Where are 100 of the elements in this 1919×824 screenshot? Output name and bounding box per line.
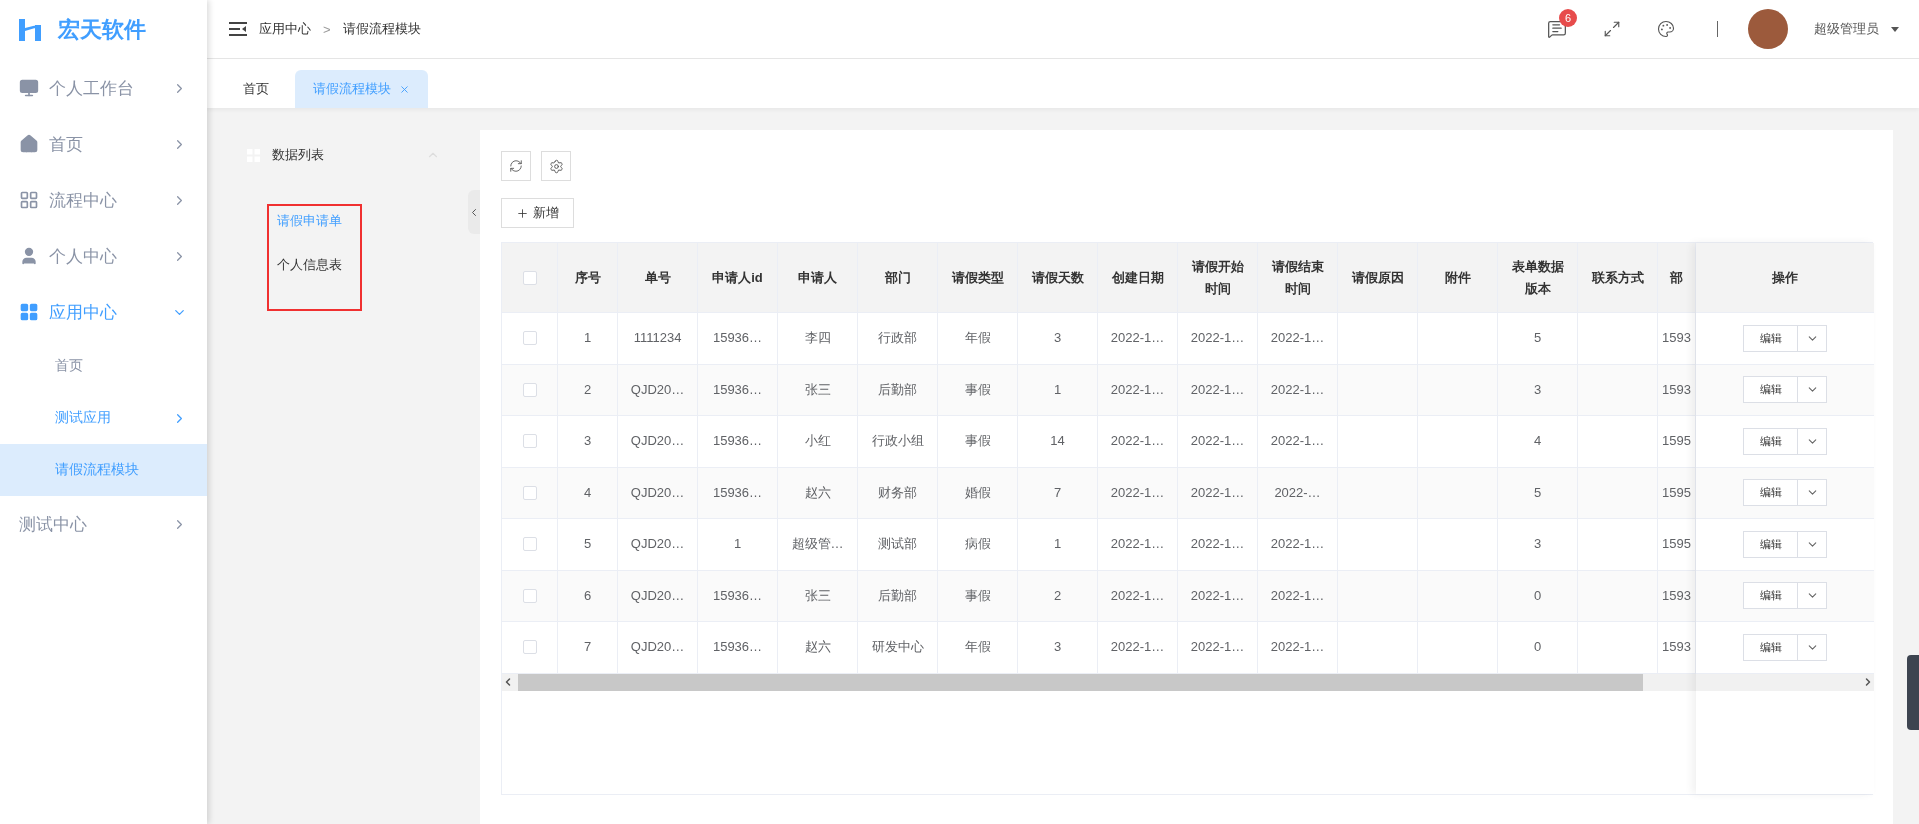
- checkbox[interactable]: [522, 331, 537, 346]
- table-cell: 2022-1…: [1258, 622, 1338, 673]
- table-cell: 0: [1498, 622, 1578, 673]
- table-cell: 2022-…: [1258, 467, 1338, 518]
- table-cell: 年假: [938, 313, 1018, 364]
- table-cell: 5: [558, 519, 618, 570]
- side-widget[interactable]: [1907, 655, 1919, 730]
- checkbox[interactable]: [522, 434, 537, 449]
- table-cell: 2022-1…: [1098, 364, 1178, 415]
- user-name[interactable]: 超级管理员: [1814, 20, 1879, 38]
- table-cell: QJD20…: [618, 622, 698, 673]
- table-cell: 5: [1498, 313, 1578, 364]
- notification-badge: 6: [1559, 9, 1577, 27]
- table-cell: 7: [558, 622, 618, 673]
- table-cell: 事假: [938, 364, 1018, 415]
- table-cell: 2022-1…: [1178, 467, 1258, 518]
- apps-icon: [19, 302, 39, 322]
- column-header: 联系方式: [1578, 243, 1658, 312]
- table-cell: 2022-1…: [1178, 364, 1258, 415]
- menu-toggle-icon[interactable]: [229, 22, 247, 36]
- column-header: 附件: [1418, 243, 1498, 312]
- table-cell: 1: [1018, 364, 1098, 415]
- column-header: 请假天数: [1018, 243, 1098, 312]
- table-cell: 研发中心: [858, 622, 938, 673]
- settings-button[interactable]: [541, 151, 571, 181]
- table-cell: 15936…: [698, 416, 778, 467]
- palette-icon[interactable]: [1657, 20, 1675, 38]
- monitor-icon: [19, 78, 39, 98]
- close-icon[interactable]: [399, 83, 410, 95]
- table-cell: 小红: [778, 416, 858, 467]
- table-cell: 3: [1018, 622, 1098, 673]
- refresh-icon: [509, 159, 523, 173]
- panel-title: 数据列表: [272, 146, 325, 164]
- table-cell: 病假: [938, 519, 1018, 570]
- table-cell: 14: [1018, 416, 1098, 467]
- column-header: 表单数据版本: [1498, 243, 1578, 312]
- checkbox[interactable]: [522, 382, 537, 397]
- add-button[interactable]: 新增: [501, 198, 574, 228]
- table-cell: 后勤部: [858, 364, 938, 415]
- checkbox[interactable]: [522, 537, 537, 552]
- message-icon[interactable]: [1547, 19, 1567, 39]
- table-cell: 4: [558, 467, 618, 518]
- table-cell: 2022-1…: [1178, 313, 1258, 364]
- checkbox[interactable]: [522, 640, 537, 655]
- table-cell: 2022-1…: [1178, 570, 1258, 621]
- table-cell: 6: [558, 570, 618, 621]
- table-cell: 赵六: [778, 467, 858, 518]
- column-header: 单号: [618, 243, 698, 312]
- table-cell: 3: [1498, 364, 1578, 415]
- table-cell: 4: [1498, 416, 1578, 467]
- table-cell: 2022-1…: [1098, 519, 1178, 570]
- table-cell: 2022-1…: [1098, 313, 1178, 364]
- column-header: 请假结束时间: [1258, 243, 1338, 312]
- table-cell: 张三: [778, 364, 858, 415]
- breadcrumb-separator: >: [323, 21, 331, 37]
- checkbox[interactable]: [522, 270, 537, 285]
- table-cell: 2: [1018, 570, 1098, 621]
- table-cell: 1: [698, 519, 778, 570]
- table-cell: 后勤部: [858, 570, 938, 621]
- table-cell: 2022-1…: [1098, 467, 1178, 518]
- table-cell: 2022-1…: [1258, 519, 1338, 570]
- breadcrumb-item[interactable]: 应用中心: [259, 20, 311, 38]
- table-cell: 3: [1498, 519, 1578, 570]
- table-cell: 李四: [778, 313, 858, 364]
- table-cell: 2022-1…: [1258, 313, 1338, 364]
- refresh-button[interactable]: [501, 151, 531, 181]
- table-cell: 行政小组: [858, 416, 938, 467]
- column-header: 操作: [1696, 243, 1874, 313]
- column-header: 申请人id: [698, 243, 778, 312]
- checkbox[interactable]: [522, 588, 537, 603]
- table-cell: 2022-1…: [1098, 416, 1178, 467]
- gear-icon: [548, 158, 564, 174]
- caret-icon[interactable]: [1891, 26, 1899, 32]
- column-header: 申请人: [778, 243, 858, 312]
- column-header: 请假开始时间: [1178, 243, 1258, 312]
- checkbox[interactable]: [522, 485, 537, 500]
- table-cell: QJD20…: [618, 416, 698, 467]
- table-cell: QJD20…: [618, 364, 698, 415]
- logo-text: 宏天软件: [58, 16, 146, 44]
- table-cell: 2022-1…: [1258, 570, 1338, 621]
- table-cell: 1: [558, 313, 618, 364]
- table-cell: 3: [1018, 313, 1098, 364]
- collapse-handle[interactable]: [468, 190, 480, 234]
- table-cell: 测试部: [858, 519, 938, 570]
- breadcrumb-item[interactable]: 请假流程模块: [342, 20, 421, 38]
- table-cell: 15936…: [698, 467, 778, 518]
- table-cell: 2: [558, 364, 618, 415]
- table-cell: 张三: [778, 570, 858, 621]
- fullscreen-icon[interactable]: [1603, 20, 1621, 38]
- avatar-photo-placeholder[interactable]: [1748, 9, 1788, 49]
- column-header: 序号: [558, 243, 618, 312]
- table-cell: 年假: [938, 622, 1018, 673]
- plus-icon: [516, 206, 529, 220]
- list-item[interactable]: 个人信息表: [277, 256, 360, 274]
- table-cell: 15936…: [698, 570, 778, 621]
- table-cell: 2022-1…: [1098, 622, 1178, 673]
- table-cell: 婚假: [938, 467, 1018, 518]
- table-cell: 事假: [938, 416, 1018, 467]
- table-cell: 2022-1…: [1178, 416, 1258, 467]
- column-header: 创建日期: [1098, 243, 1178, 312]
